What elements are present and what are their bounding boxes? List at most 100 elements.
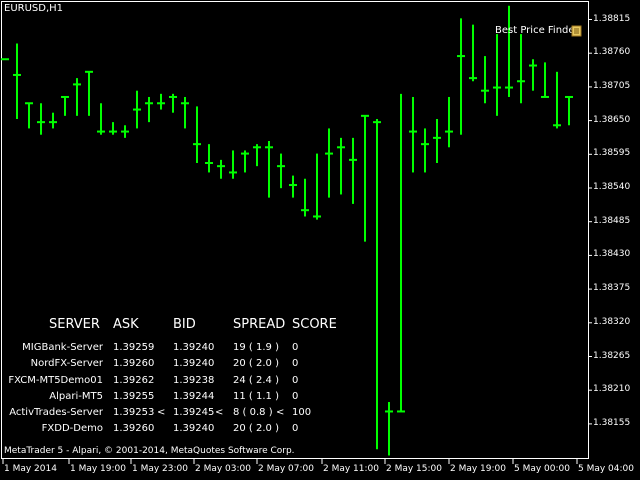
- ohlc-bar: [409, 96, 417, 173]
- ohlc-bar: [229, 150, 237, 179]
- ohlc-bar: [241, 150, 249, 173]
- ohlc-bar: [157, 93, 165, 110]
- bar-series: [1, 5, 573, 456]
- ohlc-bar: [565, 95, 573, 126]
- ask-value: 1.39253: [113, 407, 155, 418]
- spread-best-marker: <: [276, 407, 285, 418]
- ask-value: 1.39260: [113, 423, 155, 434]
- ohlc-bar: [49, 112, 57, 129]
- scroll-icon[interactable]: [571, 25, 582, 37]
- ohlc-bar: [121, 125, 129, 138]
- price-tick-label: 1.38375: [593, 283, 631, 294]
- ohlc-bar: [529, 59, 537, 91]
- price-tick-label: 1.38540: [593, 182, 631, 192]
- header-bid: BID: [173, 317, 196, 332]
- ohlc-bar: [265, 141, 273, 198]
- ohlc-bar: [349, 137, 357, 204]
- bid-value: 1.39244: [173, 391, 215, 402]
- ohlc-bar: [253, 144, 261, 167]
- ohlc-bar: [337, 137, 345, 195]
- time-tick-label: 1 May 2014: [4, 464, 57, 474]
- server-name: NordFX-Server: [30, 358, 103, 369]
- ohlc-bar: [25, 102, 33, 129]
- header-ask: ASK: [113, 317, 139, 332]
- time-tick-label: 1 May 23:00: [132, 464, 188, 474]
- score-value: 0: [292, 423, 299, 434]
- price-tick-label: 1.38265: [593, 350, 631, 361]
- price-tick-label: 1.38595: [593, 148, 631, 159]
- server-name: ActivTrades-Server: [9, 407, 103, 418]
- ohlc-bar: [277, 153, 285, 189]
- ohlc-bar: [133, 90, 141, 129]
- header-spread: SPREAD: [233, 317, 286, 332]
- ohlc-bar: [85, 70, 93, 116]
- ask-best-marker: <: [157, 407, 166, 418]
- ohlc-bar: [205, 144, 213, 173]
- price-tick-label: 1.38650: [593, 114, 631, 125]
- ohlc-bar: [445, 96, 453, 148]
- ohlc-bar: [73, 78, 81, 116]
- plot-frame: [1, 1, 589, 459]
- copyright-footer: MetaTrader 5 - Alpari, © 2001-2014, Meta…: [4, 446, 295, 456]
- score-value: 0: [292, 375, 299, 386]
- score-value: 0: [292, 358, 299, 369]
- time-tick-label: 2 May 11:00: [323, 464, 379, 474]
- ohlc-bar: [217, 159, 225, 179]
- ohlc-bar: [493, 34, 501, 116]
- time-tick-label: 1 May 19:00: [70, 464, 126, 474]
- ohlc-bar: [193, 106, 201, 164]
- price-tick-label: 1.38485: [593, 215, 631, 226]
- time-tick-label: 2 May 07:00: [258, 464, 314, 474]
- ohlc-bar: [469, 24, 477, 82]
- ask-value: 1.39259: [113, 342, 155, 353]
- server-name: Alpari-MT5: [49, 391, 103, 402]
- price-tick-label: 1.38815: [593, 13, 631, 24]
- spread-value: 20 ( 2.0 ): [233, 358, 279, 369]
- time-tick-label: 5 May 04:00: [578, 464, 634, 474]
- bid-value: 1.39245: [173, 407, 215, 418]
- ohlc-bar: [61, 95, 69, 116]
- price-tick-label: 1.38760: [593, 47, 631, 58]
- ohlc-bar: [541, 62, 549, 98]
- server-name: FXCM-MT5Demo01: [8, 375, 103, 386]
- server-name: MIGBank-Server: [22, 342, 103, 353]
- ohlc-bar: [361, 114, 369, 242]
- score-value: 0: [292, 391, 299, 402]
- bid-value: 1.39240: [173, 358, 215, 369]
- ask-value: 1.39255: [113, 391, 155, 402]
- spread-value: 19 ( 1.9 ): [233, 342, 279, 353]
- ask-value: 1.39260: [113, 358, 155, 369]
- price-tick-label: 1.38155: [593, 417, 631, 428]
- ohlc-bar: [325, 128, 333, 198]
- spread-value: 24 ( 2.4 ): [233, 375, 279, 386]
- bid-value: 1.39238: [173, 375, 215, 386]
- ohlc-bar: [505, 5, 513, 97]
- symbol-label: EURUSD,H1: [4, 3, 64, 14]
- ohlc-bar: [421, 128, 429, 173]
- time-tick-label: 2 May 03:00: [195, 464, 251, 474]
- ohlc-bar: [313, 153, 321, 220]
- best-price-finder-label[interactable]: Best Price Finder: [495, 25, 579, 36]
- ohlc-bar: [385, 402, 393, 456]
- ohlc-bar: [373, 118, 381, 450]
- ohlc-bar: [13, 43, 21, 119]
- score-value: 100: [292, 407, 312, 418]
- ohlc-bar: [145, 96, 153, 123]
- ohlc-bar: [433, 118, 441, 164]
- ohlc-bar: [301, 178, 309, 217]
- ohlc-bar: [169, 93, 177, 113]
- ohlc-bar: [289, 175, 297, 198]
- ohlc-bar: [109, 122, 117, 135]
- ohlc-bar: [397, 93, 405, 413]
- price-tick-label: 1.38705: [593, 80, 631, 91]
- spread-value: 8 ( 0.8 ): [233, 407, 273, 418]
- price-tick-label: 1.38320: [593, 316, 631, 327]
- ohlc-bar: [481, 56, 489, 104]
- bid-value: 1.39240: [173, 342, 215, 353]
- price-tick-label: 1.38430: [593, 249, 631, 260]
- ohlc-bar: [97, 103, 105, 135]
- server-name: FXDD-Demo: [41, 423, 103, 434]
- ohlc-bar: [517, 34, 525, 104]
- time-tick-label: 2 May 19:00: [450, 464, 506, 474]
- ohlc-bar: [457, 18, 465, 135]
